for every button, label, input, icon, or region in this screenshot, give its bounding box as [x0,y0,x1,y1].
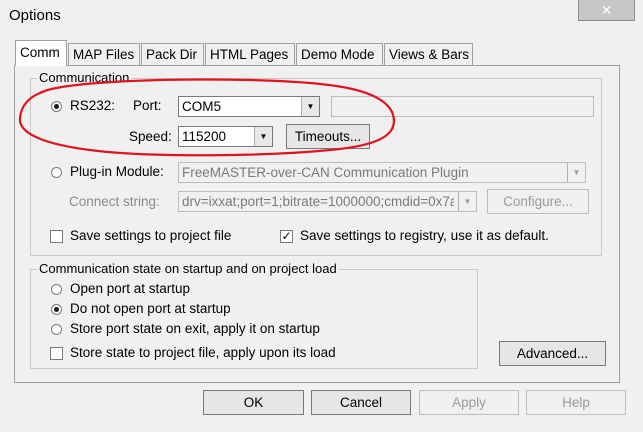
annotation-stroke [18,78,396,157]
annotation-ellipse [18,78,396,157]
tab-comm[interactable]: Comm [15,40,67,66]
